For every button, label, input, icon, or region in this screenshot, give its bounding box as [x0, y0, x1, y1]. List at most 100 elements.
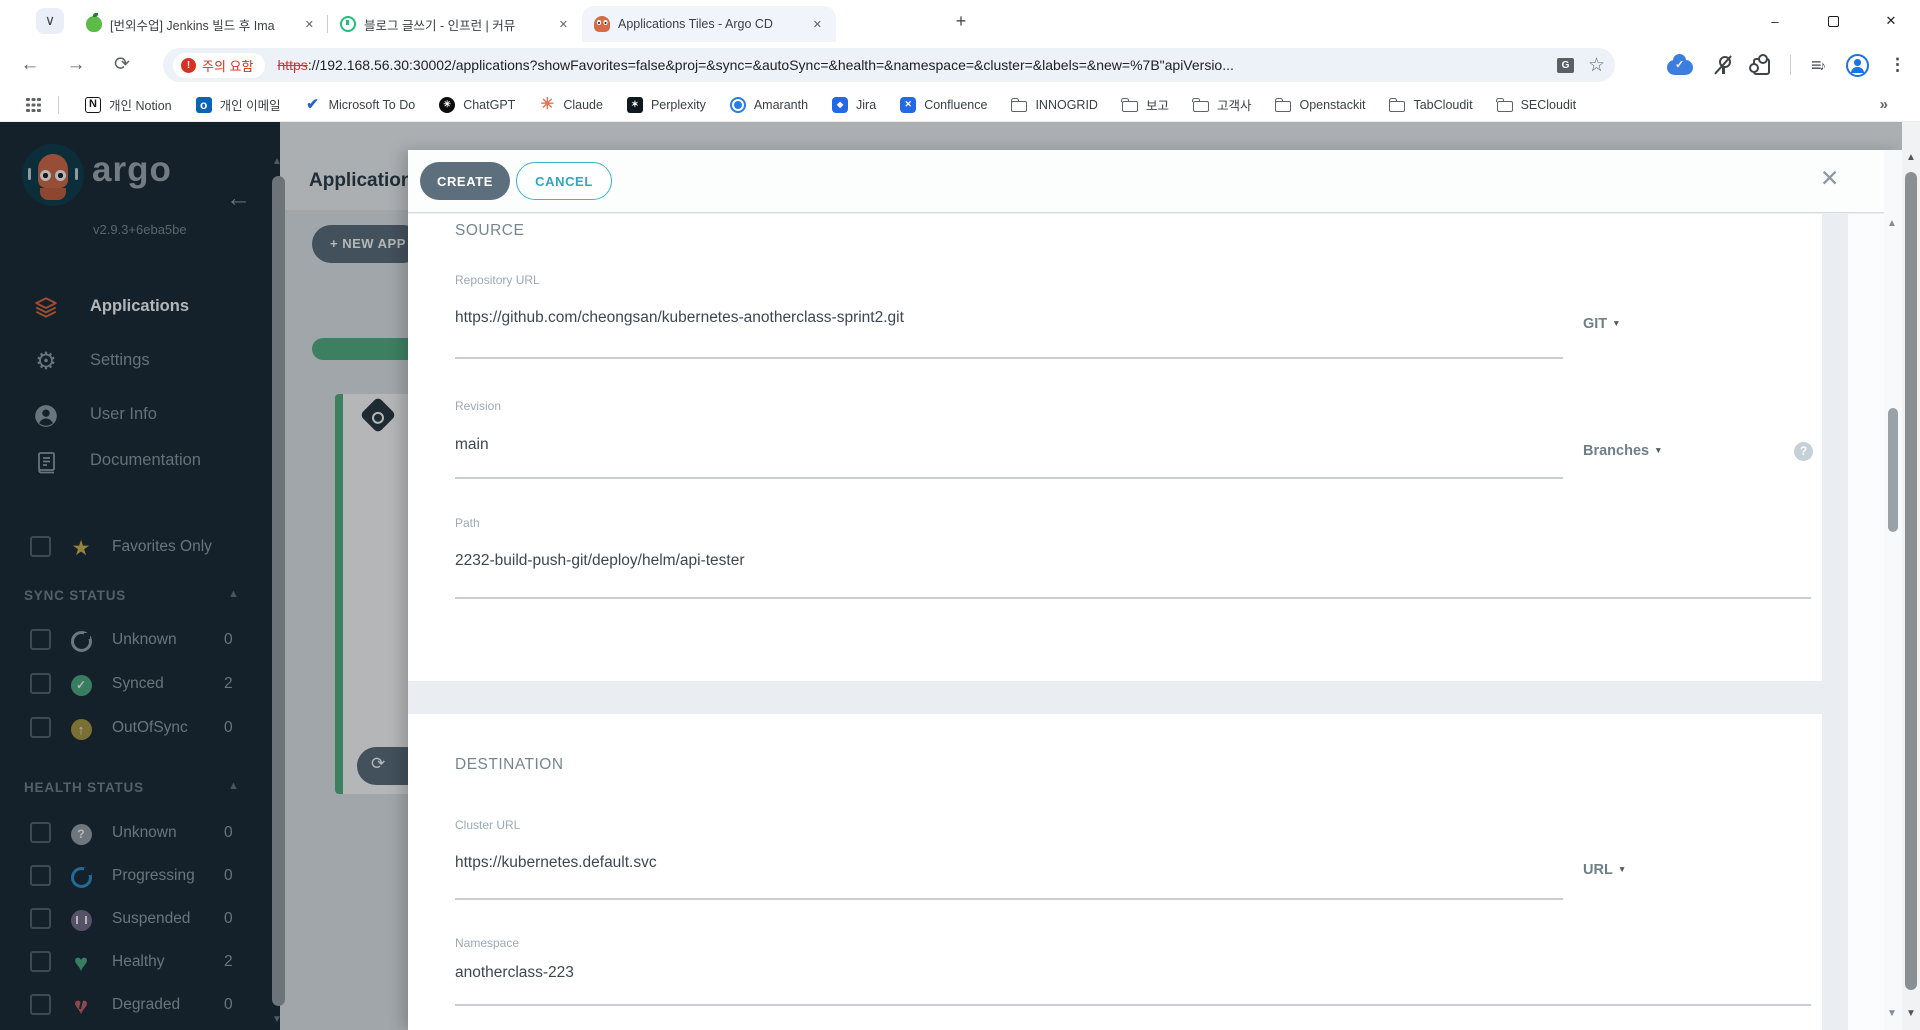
- browser-tab[interactable]: Applications Tiles - Argo CD ✕: [582, 6, 836, 42]
- panel-right-strip: [1848, 214, 1884, 1030]
- bookmark-item-고객사[interactable]: 고객사: [1181, 91, 1264, 118]
- screen: ∨ [번외수업] Jenkins 빌드 후 Ima ✕ 블로그 글쓰기 - 인프…: [0, 0, 1920, 1030]
- url-text[interactable]: https://192.168.56.30:30002/applications…: [277, 57, 1549, 73]
- cluster-type-dropdown[interactable]: URL: [1583, 862, 1626, 878]
- bookmark-label: 개인 Notion: [109, 99, 172, 113]
- forward-button[interactable]: →: [60, 49, 92, 81]
- new-tab-button[interactable]: +: [948, 9, 974, 35]
- panel-scroll-up-arrow[interactable]: ▲: [1887, 218, 1897, 229]
- namespace-value[interactable]: anotherclass-223: [455, 964, 574, 982]
- window-scroll-up-arrow[interactable]: ▲: [1906, 152, 1916, 163]
- tab-close-icon[interactable]: ✕: [555, 16, 572, 33]
- bookmark-item-confluence[interactable]: Confluence: [888, 93, 999, 117]
- panel-scrollbar-thumb[interactable]: [1888, 408, 1898, 532]
- bookmark-star-icon[interactable]: ☆: [1588, 56, 1605, 75]
- bookmark-icon: [1495, 97, 1513, 112]
- bookmark-label: 개인 이메일: [219, 99, 281, 113]
- tab-favicon-icon: [86, 13, 102, 32]
- bookmarks-bar: 개인 Notion 개인 이메일 Microsoft To Do ChatGPT…: [0, 88, 1920, 122]
- bookmark-item-claude[interactable]: Claude: [527, 93, 615, 117]
- bookmark-item-perplexity[interactable]: Perplexity: [615, 93, 718, 117]
- media-controls-icon[interactable]: [1811, 55, 1826, 76]
- bookmark-label: SECloudit: [1520, 97, 1577, 112]
- window-scrollbar-thumb[interactable]: [1905, 172, 1917, 990]
- revision-value[interactable]: main: [455, 436, 489, 454]
- close-icon[interactable]: ✕: [1820, 165, 1839, 192]
- source-section: SOURCE Repository URL https://github.com…: [408, 214, 1822, 681]
- browser-tab-strip: ∨ [번외수업] Jenkins 빌드 후 Ima ✕ 블로그 글쓰기 - 인프…: [0, 0, 1920, 42]
- profile-avatar-icon[interactable]: [1846, 53, 1869, 77]
- pin-off-icon[interactable]: [1713, 55, 1733, 75]
- maximize-icon: [1827, 15, 1839, 27]
- cluster-url-underline: [455, 898, 1563, 900]
- toolbar-divider: [1789, 55, 1791, 75]
- address-bar[interactable]: ! 주의 요함 https://192.168.56.30:30002/appl…: [163, 48, 1615, 82]
- window-close-button[interactable]: ✕: [1862, 0, 1920, 42]
- bookmark-icon: [1121, 97, 1138, 112]
- bookmark-icon: [85, 96, 101, 113]
- tab-close-icon[interactable]: ✕: [809, 16, 826, 33]
- bookmark-item-개인-notion[interactable]: 개인 Notion: [73, 91, 184, 118]
- bookmark-item-tabcloudit[interactable]: TabCloudit: [1377, 93, 1484, 116]
- window-scroll-down-arrow[interactable]: ▼: [1906, 1008, 1916, 1019]
- bookmark-item-개인-이메일[interactable]: 개인 이메일: [184, 91, 293, 118]
- warning-icon: !: [181, 57, 196, 73]
- revision-type-dropdown[interactable]: Branches: [1583, 443, 1663, 459]
- repository-url-label: Repository URL: [455, 273, 540, 287]
- bookmark-label: Perplexity: [650, 97, 706, 112]
- tab-close-icon[interactable]: ✕: [301, 16, 318, 33]
- repo-type-dropdown[interactable]: GIT: [1583, 316, 1621, 332]
- bookmark-label: 보고: [1145, 99, 1169, 113]
- bookmark-item-innogrid[interactable]: INNOGRID: [999, 93, 1110, 116]
- panel-scroll-down-arrow[interactable]: ▼: [1887, 1008, 1897, 1019]
- tabs-container: [번외수업] Jenkins 빌드 후 Ima ✕ 블로그 글쓰기 - 인프런 …: [74, 0, 836, 42]
- bookmark-icon: [1010, 97, 1028, 112]
- translate-icon[interactable]: G: [1556, 57, 1574, 73]
- bookmark-label: Claude: [563, 97, 603, 112]
- bookmark-item-microsoft-to-do[interactable]: Microsoft To Do: [293, 93, 428, 117]
- window-minimize-button[interactable]: –: [1746, 0, 1804, 42]
- bookmark-icon: [1192, 97, 1209, 112]
- bookmark-label: Jira: [856, 97, 877, 112]
- bookmark-label: Microsoft To Do: [328, 97, 416, 112]
- tab-search-button[interactable]: ∨: [36, 8, 64, 34]
- source-heading: SOURCE: [455, 222, 525, 239]
- bookmark-item-chatgpt[interactable]: ChatGPT: [427, 93, 527, 117]
- bookmark-icon: [900, 96, 917, 113]
- browser-tab[interactable]: [번외수업] Jenkins 빌드 후 Ima ✕: [74, 6, 328, 42]
- sync-cloud-icon[interactable]: [1666, 54, 1693, 75]
- tab-title: 블로그 글쓰기 - 인프런 | 커뮤: [364, 18, 516, 33]
- bookmark-label: TabCloudit: [1413, 97, 1473, 112]
- reload-button[interactable]: ⟳: [106, 49, 138, 81]
- security-warning-chip[interactable]: ! 주의 요함: [173, 52, 266, 78]
- bookmarks-overflow-chevron[interactable]: »: [1880, 96, 1888, 113]
- path-value[interactable]: 2232-build-push-git/deploy/helm/api-test…: [455, 552, 745, 570]
- panel-scrollbar: ▲ ▼: [1884, 150, 1902, 1030]
- back-button[interactable]: ←: [14, 49, 46, 81]
- bookmark-icon: [439, 96, 456, 113]
- bookmark-item-보고[interactable]: 보고: [1110, 91, 1181, 118]
- repository-url-value[interactable]: https://github.com/cheongsan/kubernetes-…: [455, 309, 904, 327]
- window-controls: – ✕: [1746, 0, 1920, 42]
- bookmark-icon: [305, 97, 321, 113]
- window-maximize-button[interactable]: [1804, 0, 1862, 42]
- revision-help-icon[interactable]: ?: [1794, 442, 1813, 461]
- cancel-button[interactable]: CANCEL: [516, 162, 612, 200]
- bookmark-item-openstackit[interactable]: Openstackit: [1263, 93, 1377, 116]
- apps-grid-icon[interactable]: [26, 97, 40, 112]
- path-label: Path: [455, 516, 480, 530]
- path-underline: [455, 597, 1811, 599]
- bookmark-label: Amaranth: [753, 97, 809, 112]
- bookmark-item-jira[interactable]: Jira: [820, 93, 888, 117]
- revision-underline: [455, 477, 1563, 479]
- bookmark-icon: [1388, 97, 1406, 112]
- browser-menu-icon[interactable]: ⋮: [1889, 55, 1906, 75]
- cluster-url-value[interactable]: https://kubernetes.default.svc: [455, 854, 657, 872]
- browser-toolbar: ← → ⟳ ! 주의 요함 https://192.168.56.30:3000…: [0, 42, 1920, 88]
- extensions-icon[interactable]: [1748, 53, 1770, 75]
- bookmark-item-amaranth[interactable]: Amaranth: [718, 93, 820, 117]
- bookmark-label: Confluence: [924, 97, 988, 112]
- browser-tab[interactable]: 블로그 글쓰기 - 인프런 | 커뮤 ✕: [327, 6, 582, 42]
- bookmark-item-secloudit[interactable]: SECloudit: [1485, 93, 1589, 116]
- create-button[interactable]: CREATE: [420, 162, 510, 200]
